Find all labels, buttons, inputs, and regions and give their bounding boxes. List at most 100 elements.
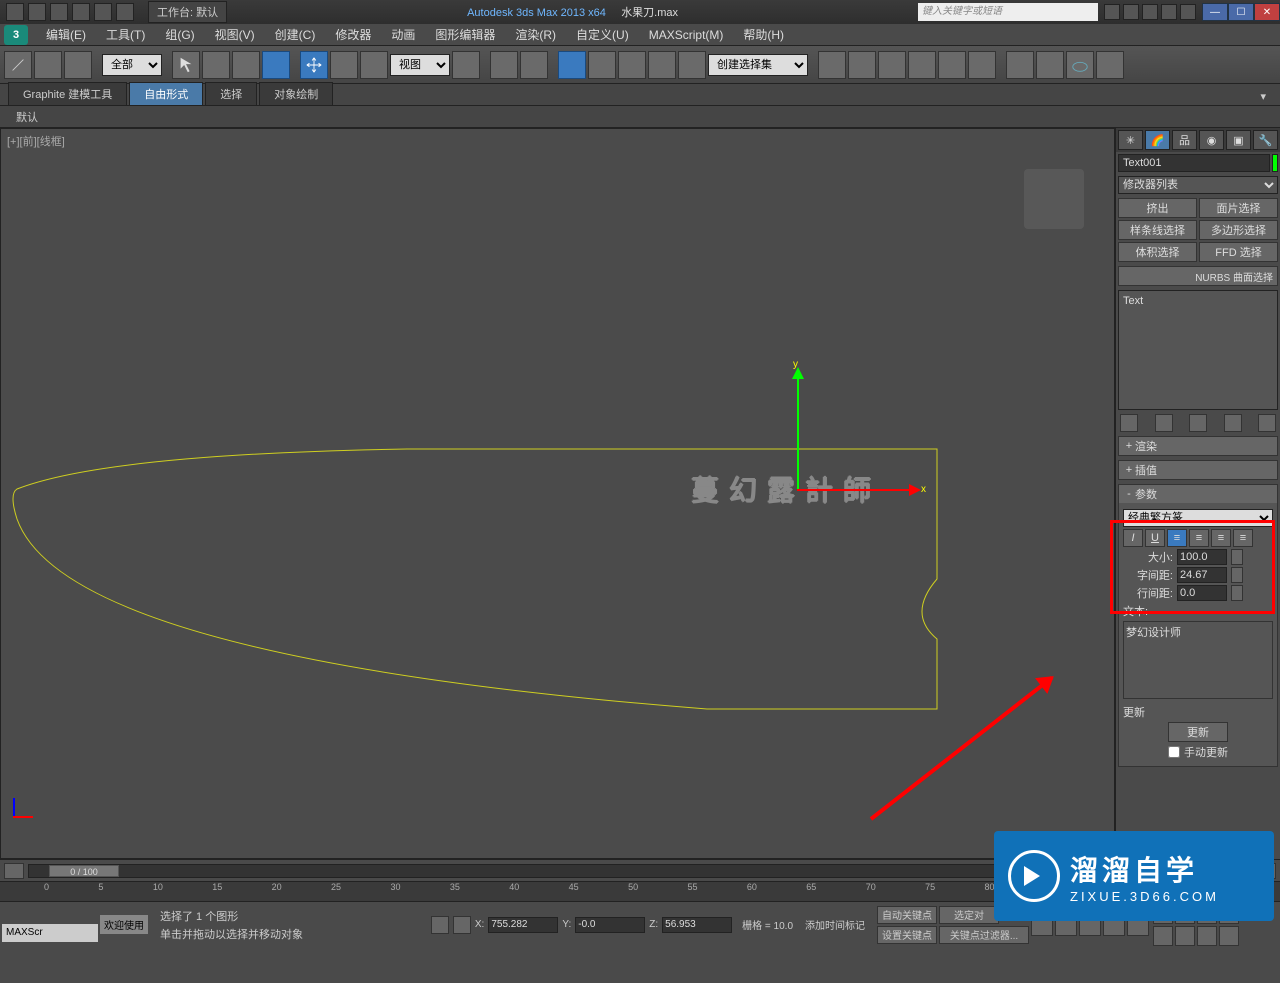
- infocenter-search[interactable]: 键入关键字或短语: [918, 3, 1098, 21]
- font-dropdown[interactable]: 经典繁方篆: [1123, 509, 1273, 527]
- tab-motion-icon[interactable]: ◉: [1199, 130, 1224, 150]
- orbit-icon[interactable]: [1197, 926, 1217, 946]
- selection-lock-icon[interactable]: [431, 916, 449, 934]
- underline-icon[interactable]: U: [1145, 529, 1165, 547]
- pin-stack-icon[interactable]: [1120, 414, 1138, 432]
- curve-editor-icon[interactable]: [908, 51, 936, 79]
- key-filters-button[interactable]: 关键点过滤器...: [939, 926, 1029, 944]
- ribbon-tab-paint[interactable]: 对象绘制: [259, 82, 333, 105]
- edit-named-sel-icon[interactable]: [678, 51, 706, 79]
- qat-undo-icon[interactable]: [72, 3, 90, 21]
- menu-help[interactable]: 帮助(H): [733, 26, 794, 43]
- viewcube[interactable]: [1024, 169, 1084, 229]
- select-manipulate-icon[interactable]: [490, 51, 518, 79]
- italic-icon[interactable]: I: [1123, 529, 1143, 547]
- maxscript-listener[interactable]: MAXScr: [2, 924, 98, 942]
- select-object-icon[interactable]: [172, 51, 200, 79]
- menu-animation[interactable]: 动画: [381, 26, 425, 43]
- viewport-front[interactable]: [+][前][线框] 蔓幻露計師 y x: [0, 128, 1115, 859]
- subscription-icon[interactable]: [1123, 4, 1139, 20]
- gizmo-x-axis[interactable]: [797, 489, 917, 491]
- maximize-viewport-icon[interactable]: [1219, 926, 1239, 946]
- snap-2d-icon[interactable]: [558, 51, 586, 79]
- tab-display-icon[interactable]: ▣: [1226, 130, 1251, 150]
- add-time-tag-label[interactable]: 添加时间标记: [805, 917, 875, 932]
- size-spinner[interactable]: [1177, 549, 1227, 565]
- leading-spinner[interactable]: [1177, 585, 1227, 601]
- size-spinner-arrows[interactable]: [1231, 549, 1243, 565]
- select-scale-icon[interactable]: [360, 51, 388, 79]
- mod-extrude[interactable]: 挤出: [1118, 198, 1197, 218]
- rollout-params-header[interactable]: -参数: [1119, 485, 1277, 503]
- configure-sets-icon[interactable]: [1258, 414, 1276, 432]
- minimize-button[interactable]: —: [1202, 3, 1228, 21]
- auto-key-button[interactable]: 自动关键点: [877, 906, 937, 924]
- align-center-icon[interactable]: ≡: [1189, 529, 1209, 547]
- qat-new-icon[interactable]: [6, 3, 24, 21]
- menu-modifiers[interactable]: 修改器: [325, 26, 381, 43]
- window-crossing-icon[interactable]: [262, 51, 290, 79]
- spinner-snap-icon[interactable]: [648, 51, 676, 79]
- time-slider-thumb[interactable]: 0 / 100: [49, 865, 119, 877]
- prev-key-icon[interactable]: [4, 863, 24, 879]
- help-icon[interactable]: [1180, 4, 1196, 20]
- exchange-icon[interactable]: [1142, 4, 1158, 20]
- mirror-icon[interactable]: [818, 51, 846, 79]
- maximize-button[interactable]: ☐: [1228, 3, 1254, 21]
- bind-spacewarp-icon[interactable]: [64, 51, 92, 79]
- ribbon-chevron-icon[interactable]: ▾: [1254, 88, 1272, 105]
- qat-link-icon[interactable]: [116, 3, 134, 21]
- absolute-mode-icon[interactable]: [453, 916, 471, 934]
- tab-hierarchy-icon[interactable]: 品: [1172, 130, 1197, 150]
- mod-ffd-select[interactable]: FFD 选择: [1199, 242, 1278, 262]
- object-name-field[interactable]: [1118, 154, 1270, 172]
- qat-redo-icon[interactable]: [94, 3, 112, 21]
- menu-maxscript[interactable]: MAXScript(M): [639, 28, 734, 42]
- align-icon[interactable]: [848, 51, 876, 79]
- make-unique-icon[interactable]: [1189, 414, 1207, 432]
- select-region-icon[interactable]: [232, 51, 260, 79]
- kerning-spinner[interactable]: [1177, 567, 1227, 583]
- rendered-frame-icon[interactable]: [1036, 51, 1064, 79]
- render-setup-icon[interactable]: [1006, 51, 1034, 79]
- update-button[interactable]: 更新: [1168, 722, 1228, 742]
- tab-utilities-icon[interactable]: 🔧: [1253, 130, 1278, 150]
- qat-open-icon[interactable]: [28, 3, 46, 21]
- menu-graph[interactable]: 图形编辑器: [425, 26, 505, 43]
- set-key-button[interactable]: 设置关键点: [877, 926, 937, 944]
- menu-create[interactable]: 创建(C): [265, 26, 326, 43]
- remove-modifier-icon[interactable]: [1224, 414, 1242, 432]
- menu-tools[interactable]: 工具(T): [96, 26, 155, 43]
- modifier-stack[interactable]: Text: [1118, 290, 1278, 410]
- text-entry-field[interactable]: [1123, 621, 1273, 699]
- viewport-label[interactable]: [+][前][线框]: [7, 133, 65, 149]
- align-right-icon[interactable]: ≡: [1211, 529, 1231, 547]
- menu-views[interactable]: 视图(V): [205, 26, 265, 43]
- align-justify-icon[interactable]: ≡: [1233, 529, 1253, 547]
- close-button[interactable]: ✕: [1254, 3, 1280, 21]
- keyboard-shortcut-icon[interactable]: [520, 51, 548, 79]
- angle-snap-icon[interactable]: [588, 51, 616, 79]
- render-iterative-icon[interactable]: [1096, 51, 1124, 79]
- ribbon-tab-freeform[interactable]: 自由形式: [129, 82, 203, 105]
- menu-customize[interactable]: 自定义(U): [566, 26, 639, 43]
- schematic-view-icon[interactable]: [938, 51, 966, 79]
- z-coord-field[interactable]: [662, 917, 732, 933]
- object-color-swatch[interactable]: [1272, 154, 1278, 172]
- select-by-name-icon[interactable]: [202, 51, 230, 79]
- move-gizmo[interactable]: y x: [781, 361, 931, 501]
- rollout-interp-header[interactable]: +插值: [1119, 461, 1277, 479]
- mod-poly-select[interactable]: 多边形选择: [1199, 220, 1278, 240]
- leading-spinner-arrows[interactable]: [1231, 585, 1243, 601]
- menu-edit[interactable]: 编辑(E): [36, 26, 96, 43]
- workspace-selector[interactable]: 工作台: 默认: [148, 1, 227, 23]
- select-link-icon[interactable]: [4, 51, 32, 79]
- select-rotate-icon[interactable]: [330, 51, 358, 79]
- select-move-icon[interactable]: [300, 51, 328, 79]
- show-end-result-icon[interactable]: [1155, 414, 1173, 432]
- y-coord-field[interactable]: [575, 917, 645, 933]
- selected-button[interactable]: 选定对: [939, 906, 999, 924]
- align-left-icon[interactable]: ≡: [1167, 529, 1187, 547]
- ribbon-tab-select[interactable]: 选择: [205, 82, 257, 105]
- x-coord-field[interactable]: [488, 917, 558, 933]
